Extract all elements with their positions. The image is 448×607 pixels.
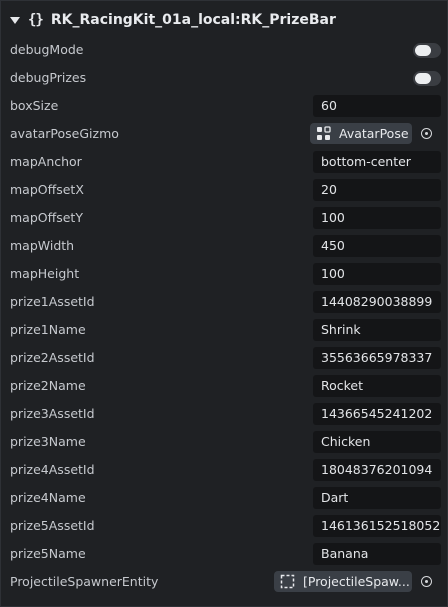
row-map-offset-y: mapOffsetY 100 (1, 204, 447, 232)
properties-panel: {} RK_RacingKit_01a_local:RK_PrizeBar de… (0, 0, 448, 607)
target-picker-icon[interactable] (421, 576, 432, 587)
property-label: mapOffsetY (10, 210, 83, 225)
property-label: debugPrizes (10, 70, 87, 85)
property-label: prize2Name (10, 378, 86, 393)
prize4-asset-id-field[interactable]: 18048376201094 (313, 459, 441, 481)
component-header[interactable]: {} RK_RacingKit_01a_local:RK_PrizeBar (1, 1, 447, 39)
avatar-pose-reference[interactable]: AvatarPose (310, 123, 412, 144)
component-title: RK_RacingKit_01a_local:RK_PrizeBar (50, 12, 336, 28)
prize5-name-field[interactable]: Banana (313, 543, 441, 565)
property-label: prize3Name (10, 434, 86, 449)
row-map-offset-x: mapOffsetX 20 (1, 176, 447, 204)
property-label: avatarPoseGizmo (10, 126, 119, 141)
toggle-knob (415, 73, 431, 84)
prize5-asset-id-field[interactable]: 146136152518052 (313, 515, 441, 537)
projectile-spawner-reference[interactable]: [ProjectileSpaw... (274, 571, 412, 592)
map-offset-y-field[interactable]: 100 (313, 207, 441, 229)
property-label: debugMode (10, 42, 84, 57)
prize1-name-field[interactable]: Shrink (313, 319, 441, 341)
row-map-anchor: mapAnchor bottom-center (1, 148, 447, 176)
row-box-size: boxSize 60 (1, 92, 447, 120)
debug-prizes-toggle[interactable] (413, 71, 441, 86)
property-label: prize1AssetId (10, 294, 95, 309)
field-value: 35563665978337 (321, 350, 433, 365)
row-prize4-asset-id: prize4AssetId 18048376201094 (1, 456, 447, 484)
reference-value: AvatarPose (339, 126, 409, 141)
property-label: prize1Name (10, 322, 86, 337)
row-debug-prizes: debugPrizes (1, 64, 447, 92)
field-value: Chicken (321, 434, 371, 449)
field-value: 146136152518052 (321, 518, 441, 533)
row-prize3-asset-id: prize3AssetId 14366545241202 (1, 400, 447, 428)
property-label: mapOffsetX (10, 182, 84, 197)
field-value: Dart (321, 490, 349, 505)
avatar-pose-icon (317, 126, 331, 140)
caret-down-icon[interactable] (10, 16, 20, 24)
row-projectile-spawner-entity: ProjectileSpawnerEntity [ProjectileSpaw.… (1, 568, 447, 596)
target-picker-icon[interactable] (421, 128, 432, 139)
map-anchor-field[interactable]: bottom-center (313, 151, 441, 173)
property-label: prize3AssetId (10, 406, 95, 421)
reference-value: [ProjectileSpaw... (303, 574, 410, 589)
property-label: boxSize (10, 98, 59, 113)
row-prize5-name: prize5Name Banana (1, 540, 447, 568)
field-value: 60 (321, 98, 337, 113)
prize2-asset-id-field[interactable]: 35563665978337 (313, 347, 441, 369)
field-value: 20 (321, 182, 337, 197)
entity-dashed-square-icon (280, 574, 295, 589)
field-value: 100 (321, 210, 345, 225)
row-debug-mode: debugMode (1, 36, 447, 64)
field-value: 100 (321, 266, 345, 281)
prize2-name-field[interactable]: Rocket (313, 375, 441, 397)
field-value: 18048376201094 (321, 462, 433, 477)
map-height-field[interactable]: 100 (313, 263, 441, 285)
row-prize3-name: prize3Name Chicken (1, 428, 447, 456)
row-prize1-asset-id: prize1AssetId 14408290038899 (1, 288, 447, 316)
prize3-asset-id-field[interactable]: 14366545241202 (313, 403, 441, 425)
debug-mode-toggle[interactable] (413, 43, 441, 58)
row-prize4-name: prize4Name Dart (1, 484, 447, 512)
map-width-field[interactable]: 450 (313, 235, 441, 257)
field-value: 14366545241202 (321, 406, 433, 421)
map-offset-x-field[interactable]: 20 (313, 179, 441, 201)
row-prize2-name: prize2Name Rocket (1, 372, 447, 400)
box-size-field[interactable]: 60 (313, 95, 441, 117)
row-prize5-asset-id: prize5AssetId 146136152518052 (1, 512, 447, 540)
field-value: 14408290038899 (321, 294, 433, 309)
field-value: Banana (321, 546, 369, 561)
prize4-name-field[interactable]: Dart (313, 487, 441, 509)
field-value: bottom-center (321, 154, 411, 169)
property-label: ProjectileSpawnerEntity (10, 574, 159, 589)
toggle-knob (415, 45, 431, 56)
property-label: prize4Name (10, 490, 86, 505)
property-label: mapHeight (10, 266, 80, 281)
property-label: prize4AssetId (10, 462, 95, 477)
field-value: 450 (321, 238, 345, 253)
property-label: prize5AssetId (10, 518, 95, 533)
row-prize1-name: prize1Name Shrink (1, 316, 447, 344)
row-prize2-asset-id: prize2AssetId 35563665978337 (1, 344, 447, 372)
prize3-name-field[interactable]: Chicken (313, 431, 441, 453)
row-map-height: mapHeight 100 (1, 260, 447, 288)
property-label: mapWidth (10, 238, 75, 253)
property-label: prize2AssetId (10, 350, 95, 365)
row-avatar-pose-gizmo: avatarPoseGizmo AvatarPose (1, 120, 447, 148)
prize1-asset-id-field[interactable]: 14408290038899 (313, 291, 441, 313)
field-value: Shrink (321, 322, 361, 337)
property-label: prize5Name (10, 546, 86, 561)
row-map-width: mapWidth 450 (1, 232, 447, 260)
script-braces-icon: {} (28, 12, 44, 28)
field-value: Rocket (321, 378, 364, 393)
property-label: mapAnchor (10, 154, 82, 169)
